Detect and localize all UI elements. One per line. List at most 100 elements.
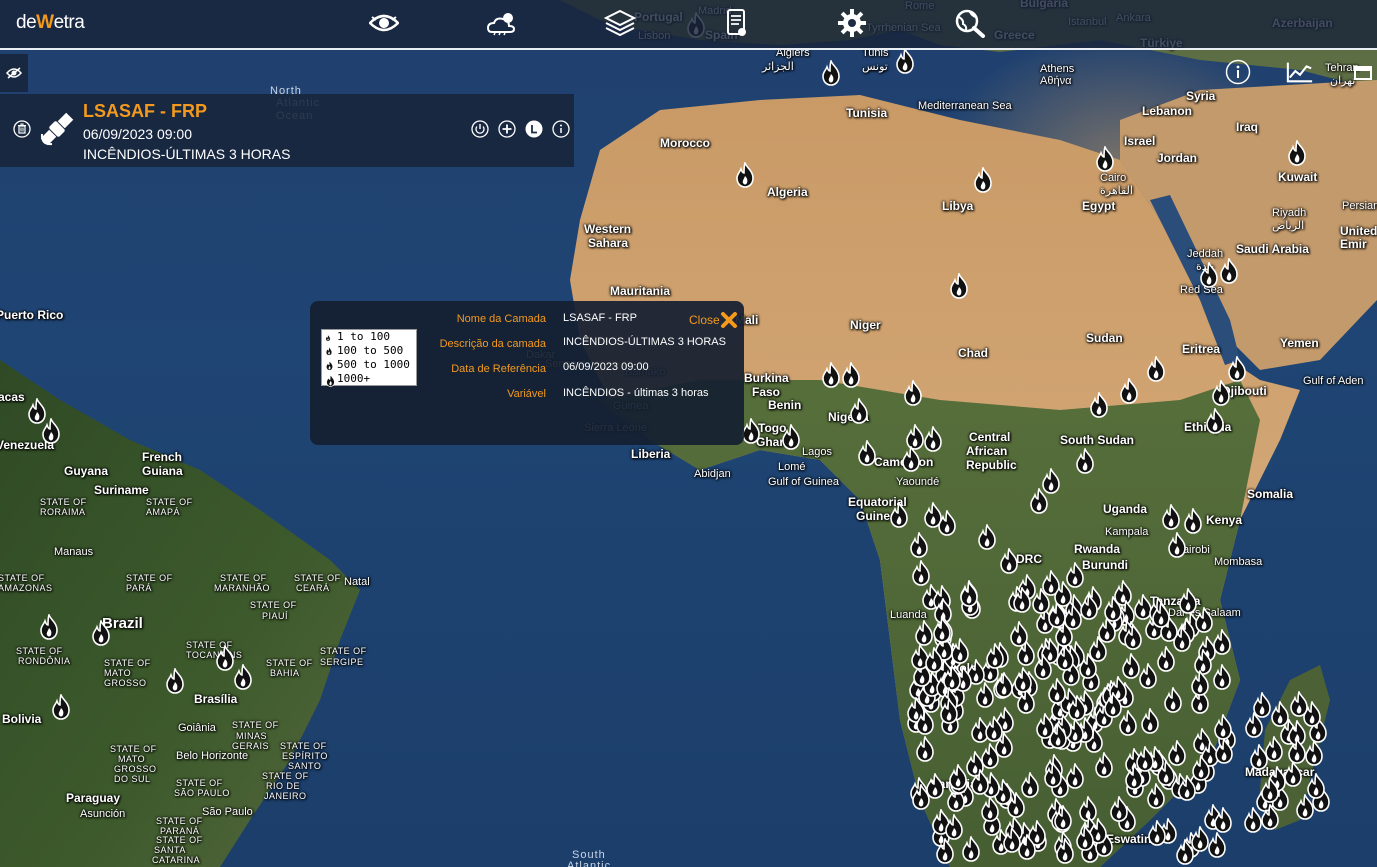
fire-icon[interactable] <box>40 418 62 444</box>
fire-icon[interactable] <box>888 502 910 528</box>
fire-icon[interactable] <box>1190 755 1212 781</box>
fire-icon[interactable] <box>1213 738 1235 764</box>
fire-icon[interactable] <box>1094 146 1116 172</box>
fire-icon[interactable] <box>910 784 932 810</box>
fire-icon[interactable] <box>902 380 924 406</box>
eye-icon[interactable] <box>366 6 402 40</box>
weather-icon[interactable] <box>484 6 520 40</box>
fire-icon[interactable] <box>1212 714 1234 740</box>
chart-icon[interactable] <box>1286 58 1314 86</box>
fire-icon[interactable] <box>1074 825 1096 851</box>
fire-icon[interactable] <box>1108 796 1130 822</box>
fire-icon[interactable] <box>1286 738 1308 764</box>
fire-icon[interactable] <box>1211 664 1233 690</box>
fire-icon[interactable] <box>1122 624 1144 650</box>
fire-icon[interactable] <box>232 664 254 690</box>
fire-icon[interactable] <box>856 440 878 466</box>
fire-icon[interactable] <box>948 273 970 299</box>
plus-icon[interactable] <box>498 120 516 138</box>
fire-icon[interactable] <box>1259 777 1281 803</box>
fire-icon[interactable] <box>1093 752 1115 778</box>
fire-icon[interactable] <box>1052 581 1074 607</box>
fire-icon[interactable] <box>900 446 922 472</box>
fire-icon[interactable] <box>1062 604 1084 630</box>
fire-icon[interactable] <box>1052 805 1074 831</box>
fire-icon[interactable] <box>1028 488 1050 514</box>
fire-icon[interactable] <box>922 426 944 452</box>
window-icon[interactable] <box>1354 66 1372 80</box>
fire-icon[interactable] <box>1145 356 1167 382</box>
fire-icon[interactable] <box>943 814 965 840</box>
close-button[interactable]: Close <box>689 311 738 329</box>
fire-icon[interactable] <box>1294 794 1316 820</box>
fire-icon[interactable] <box>947 764 969 790</box>
fire-icon[interactable] <box>1162 687 1184 713</box>
fire-icon[interactable] <box>1198 262 1220 288</box>
fire-icon[interactable] <box>1259 804 1281 830</box>
fire-icon[interactable] <box>820 60 842 86</box>
fire-icon[interactable] <box>1096 617 1118 643</box>
fire-icon[interactable] <box>840 362 862 388</box>
fire-icon[interactable] <box>1150 602 1172 628</box>
fire-icon[interactable] <box>908 532 930 558</box>
fire-icon[interactable] <box>164 668 186 694</box>
fire-icon[interactable] <box>1288 691 1310 717</box>
trash-icon[interactable] <box>13 120 31 138</box>
fire-icon[interactable] <box>734 162 756 188</box>
fire-icon[interactable] <box>1160 504 1182 530</box>
gear-icon[interactable] <box>834 6 870 40</box>
fire-icon[interactable] <box>1012 667 1034 693</box>
fire-icon[interactable] <box>894 48 916 74</box>
fire-icon[interactable] <box>38 614 60 640</box>
fire-icon[interactable] <box>780 424 802 450</box>
fire-icon[interactable] <box>1123 764 1145 790</box>
fire-icon[interactable] <box>958 581 980 607</box>
fire-icon[interactable] <box>1118 378 1140 404</box>
fire-icon[interactable] <box>1210 380 1232 406</box>
fire-icon[interactable] <box>1042 762 1064 788</box>
power-icon[interactable] <box>471 120 489 138</box>
fire-icon[interactable] <box>848 398 870 424</box>
fire-icon[interactable] <box>1177 588 1199 614</box>
fire-icon[interactable] <box>50 694 72 720</box>
scroll-icon[interactable] <box>718 6 754 40</box>
fire-icon[interactable] <box>1248 744 1270 770</box>
fire-icon[interactable] <box>1243 712 1265 738</box>
fire-icon[interactable] <box>1137 663 1159 689</box>
fire-icon[interactable] <box>976 524 998 550</box>
fire-icon[interactable] <box>1054 838 1076 864</box>
fire-icon[interactable] <box>1001 827 1023 853</box>
app-logo[interactable]: deWetra <box>16 12 85 34</box>
fire-icon[interactable] <box>1074 448 1096 474</box>
fire-icon[interactable] <box>1182 508 1204 534</box>
fire-icon[interactable] <box>1102 692 1124 718</box>
fire-icon[interactable] <box>910 560 932 586</box>
fire-icon[interactable] <box>969 769 991 795</box>
fire-icon[interactable] <box>1218 258 1240 284</box>
fire-icon[interactable] <box>914 709 936 735</box>
fire-icon[interactable] <box>1139 708 1161 734</box>
fire-icon[interactable] <box>979 796 1001 822</box>
fire-icon[interactable] <box>1212 807 1234 833</box>
fire-icon[interactable] <box>983 716 1005 742</box>
fire-icon[interactable] <box>936 510 958 536</box>
fire-icon[interactable] <box>1088 392 1110 418</box>
info-circle-icon[interactable] <box>1224 58 1252 86</box>
globe-search-icon[interactable] <box>952 6 988 40</box>
L-icon[interactable] <box>525 120 543 138</box>
fire-icon[interactable] <box>1032 654 1054 680</box>
fire-icon[interactable] <box>1189 670 1211 696</box>
fire-icon[interactable] <box>1064 763 1086 789</box>
fire-icon[interactable] <box>1008 621 1030 647</box>
fire-icon[interactable] <box>90 620 112 646</box>
fire-icon[interactable] <box>938 698 960 724</box>
fire-icon[interactable] <box>931 617 953 643</box>
fire-icon[interactable] <box>1047 723 1069 749</box>
layers-icon[interactable] <box>602 6 638 40</box>
fire-icon[interactable] <box>1155 760 1177 786</box>
fire-icon[interactable] <box>1204 408 1226 434</box>
fire-icon[interactable] <box>1286 140 1308 166</box>
fire-icon[interactable] <box>820 362 842 388</box>
visibility-toggle-button[interactable] <box>0 54 28 92</box>
fire-icon[interactable] <box>914 736 936 762</box>
